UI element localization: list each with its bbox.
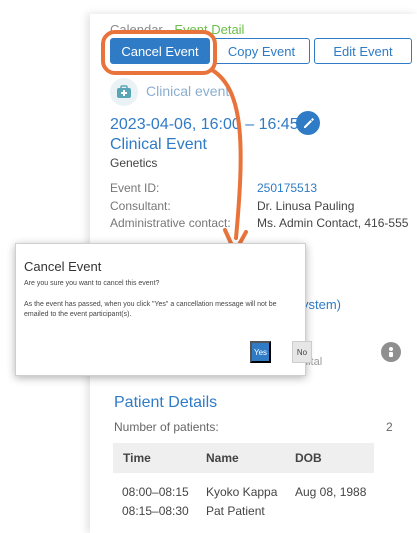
dialog-note: As the event has passed, when you click … [24, 301, 277, 318]
yes-button[interactable]: Yes [250, 341, 271, 363]
dialog-title: Cancel Event [24, 259, 102, 274]
no-button[interactable]: No [292, 341, 312, 363]
dialog-question: Are you sure you want to cancel this eve… [24, 280, 160, 287]
cancel-event-dialog: Cancel Event Are you sure you want to ca… [15, 243, 312, 376]
